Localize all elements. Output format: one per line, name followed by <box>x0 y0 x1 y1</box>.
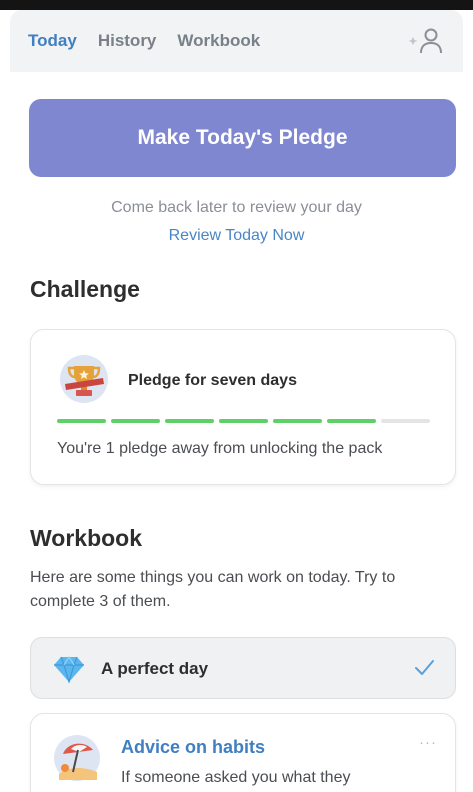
tab-workbook[interactable]: Workbook <box>177 31 260 51</box>
workbook-item-advice-on-habits[interactable]: Advice on habits If someone asked you wh… <box>30 713 456 792</box>
challenge-title: Pledge for seven days <box>128 372 297 389</box>
progress-segment <box>111 419 160 423</box>
progress-segment <box>165 419 214 423</box>
workbook-heading: Workbook <box>30 525 143 551</box>
advice-title: Advice on habits <box>121 737 266 757</box>
advice-description: If someone asked you what they <box>121 769 351 786</box>
workbook-item-perfect-day[interactable]: A perfect day <box>30 637 456 699</box>
tab-today[interactable]: Today <box>28 31 77 51</box>
top-nav: Today History Workbook <box>10 10 463 72</box>
check-icon <box>413 656 435 678</box>
review-message: Come back later to review your day <box>111 199 362 216</box>
beach-umbrella-icon <box>53 734 101 782</box>
diamond-icon <box>53 655 85 685</box>
workbook-item-label: A perfect day <box>101 659 209 678</box>
progress-segment <box>57 419 106 423</box>
workbook-intro: Here are some things you can work on tod… <box>30 569 396 610</box>
more-options-icon[interactable]: ··· <box>419 734 437 751</box>
challenge-card[interactable]: Pledge for seven days You're 1 pledge aw… <box>30 329 456 485</box>
challenge-subtitle: You're 1 pledge away from unlocking the … <box>57 440 383 457</box>
progress-segment <box>327 419 376 423</box>
progress-segment <box>219 419 268 423</box>
tab-history[interactable]: History <box>98 31 157 51</box>
progress-segment <box>273 419 322 423</box>
status-strip <box>0 0 473 10</box>
profile-icon[interactable] <box>405 27 445 55</box>
review-today-link[interactable]: Review Today Now <box>0 227 473 245</box>
make-pledge-button[interactable]: Make Today's Pledge <box>29 99 456 177</box>
challenge-heading: Challenge <box>30 276 140 302</box>
progress-segment <box>381 419 430 423</box>
trophy-icon <box>59 354 109 404</box>
challenge-progress-bar <box>57 419 430 423</box>
